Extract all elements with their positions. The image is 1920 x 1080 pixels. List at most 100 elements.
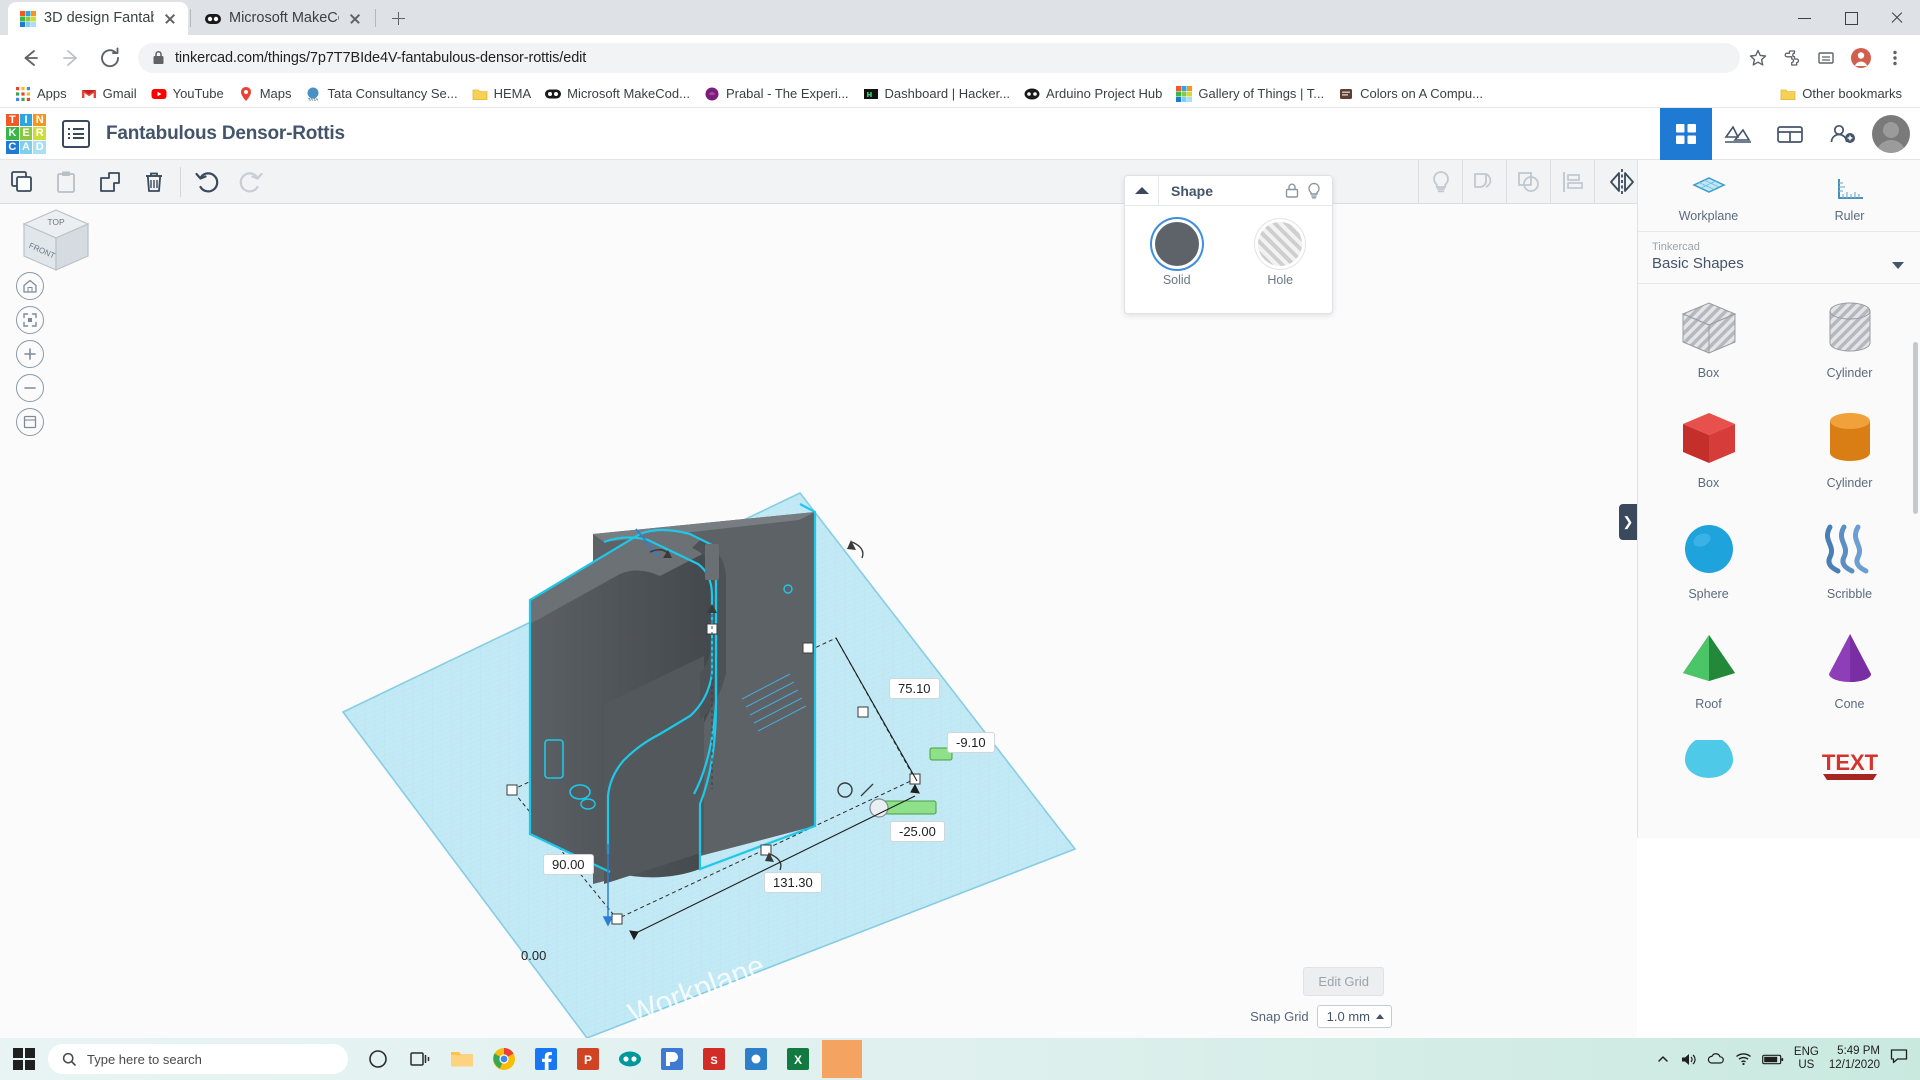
minimize-icon[interactable]	[1782, 0, 1828, 35]
profile-avatar-icon[interactable]	[1850, 47, 1872, 69]
close-window-icon[interactable]	[1874, 0, 1920, 35]
back-arrow-icon[interactable]	[13, 41, 47, 75]
design-canvas[interactable]: Workplane TOP FRONT 75.10 -9.10 -25.00 1…	[0, 204, 1637, 1038]
app-orange-icon[interactable]	[820, 1039, 864, 1079]
ungroup-icon[interactable]	[1506, 159, 1550, 204]
paste-icon[interactable]	[44, 160, 88, 204]
clock[interactable]: 5:49 PM 12/1/2020	[1829, 1045, 1880, 1073]
shape-item-sphere[interactable]: Sphere	[1638, 519, 1779, 613]
group-icon[interactable]	[1462, 159, 1506, 204]
media-cast-icon[interactable]	[1816, 48, 1836, 68]
shape-item-cylinder-orange[interactable]: Cylinder	[1779, 408, 1920, 502]
processing-icon[interactable]	[652, 1039, 692, 1079]
bookmark-maps[interactable]: Maps	[231, 82, 299, 106]
ortho-perspective-icon[interactable]	[16, 408, 44, 436]
sidebar-scrollbar[interactable]	[1913, 342, 1918, 514]
shape-item-partial-sphere[interactable]	[1638, 739, 1779, 806]
lightbulb-icon[interactable]	[1306, 182, 1322, 199]
cloud-icon[interactable]	[1707, 1052, 1725, 1066]
arduino-icon[interactable]	[610, 1039, 650, 1079]
bookmark-youtube[interactable]: YouTube	[144, 82, 231, 106]
shape-item-cone[interactable]: Cone	[1779, 629, 1920, 723]
browser-tab-active[interactable]: 3D design Fantabulous Densor-R	[8, 2, 188, 35]
screen-recorder-icon[interactable]	[736, 1039, 776, 1079]
shape-item-box-red[interactable]: Box	[1638, 408, 1779, 502]
add-user-icon[interactable]	[1816, 108, 1868, 160]
shape-option-solid[interactable]: Solid	[1139, 222, 1215, 287]
new-tab-button[interactable]	[384, 4, 412, 32]
facebook-icon[interactable]	[526, 1039, 566, 1079]
shape-item-scribble[interactable]: Scribble	[1779, 519, 1920, 613]
close-icon[interactable]	[162, 11, 178, 27]
lock-icon[interactable]	[1284, 182, 1300, 199]
solid-swatch[interactable]	[1154, 222, 1199, 266]
sidebar-tool-workplane[interactable]: Workplane	[1638, 160, 1779, 231]
collapse-panel-button[interactable]: ❯	[1619, 504, 1637, 540]
show-hidden-icons-icon[interactable]	[1656, 1052, 1670, 1066]
powerpoint-icon[interactable]: P	[568, 1039, 608, 1079]
browser-tab-inactive[interactable]: Microsoft MakeCode for micro:bi	[193, 2, 373, 35]
extensions-icon[interactable]	[1782, 48, 1802, 68]
file-explorer-icon[interactable]	[442, 1039, 482, 1079]
sketchup-icon[interactable]: S	[694, 1039, 734, 1079]
tinkercad-logo-icon[interactable]: T I N K E R C A D	[6, 113, 46, 154]
snap-grid-value[interactable]: 1.0 mm	[1316, 1005, 1392, 1028]
edit-grid-button[interactable]: Edit Grid	[1303, 967, 1384, 996]
dimension-label[interactable]: 131.30	[764, 872, 822, 893]
shape-item-cylinder-striped[interactable]: Cylinder	[1779, 298, 1920, 392]
bookmark-gmail[interactable]: Gmail	[74, 82, 144, 106]
bookmark-hackster[interactable]: Dashboard | Hacker...	[856, 82, 1018, 106]
battery-icon[interactable]	[1762, 1053, 1784, 1066]
bookmark-arduino[interactable]: Arduino Project Hub	[1017, 82, 1169, 106]
taskbar-search-box[interactable]: Type here to search	[48, 1044, 348, 1074]
cortana-circle-icon[interactable]	[358, 1039, 398, 1079]
shape-item-roof[interactable]: Roof	[1638, 629, 1779, 723]
excel-icon[interactable]: X	[778, 1039, 818, 1079]
redo-icon[interactable]	[229, 160, 273, 204]
bookmark-prabal[interactable]: Prabal - The Experi...	[697, 82, 856, 106]
bookmark-colors[interactable]: Colors on A Compu...	[1331, 82, 1490, 106]
dimension-label[interactable]: 0.00	[521, 948, 546, 963]
bookmark-gallery[interactable]: Gallery of Things | T...	[1169, 82, 1331, 106]
action-center-icon[interactable]	[1890, 1048, 1912, 1070]
dimension-label[interactable]: 90.00	[543, 854, 594, 875]
copy-icon[interactable]	[0, 160, 44, 204]
dimension-label[interactable]: -25.00	[890, 821, 945, 842]
project-list-icon[interactable]	[62, 119, 90, 148]
shape-item-text[interactable]: TEXT	[1779, 740, 1920, 806]
home-view-icon[interactable]	[16, 272, 44, 300]
bookmark-apps[interactable]: Apps	[8, 82, 74, 106]
three-dot-menu-icon[interactable]	[1886, 48, 1904, 68]
close-icon[interactable]	[347, 11, 363, 27]
other-bookmarks-button[interactable]: Other bookmarks	[1770, 86, 1912, 102]
volume-icon[interactable]	[1680, 1052, 1697, 1067]
bookmark-tata[interactable]: TATA Tata Consultancy Se...	[298, 82, 464, 106]
bookmark-star-icon[interactable]	[1748, 48, 1768, 68]
chrome-icon[interactable]	[484, 1039, 524, 1079]
shape-item-box-striped[interactable]: Box	[1638, 298, 1779, 392]
wifi-icon[interactable]	[1735, 1052, 1752, 1066]
zoom-in-icon[interactable]	[16, 340, 44, 368]
hole-swatch[interactable]	[1258, 222, 1303, 266]
codeblocks-icon[interactable]	[1712, 108, 1764, 160]
dimension-label[interactable]: -9.10	[947, 732, 995, 753]
address-bar[interactable]: tinkercad.com/things/7p7T7BIde4V-fantabu…	[138, 42, 1740, 73]
delete-icon[interactable]	[132, 160, 176, 204]
fit-all-icon[interactable]	[16, 306, 44, 334]
windows-start-icon[interactable]	[0, 1038, 48, 1080]
sidebar-tool-ruler[interactable]: Ruler	[1779, 160, 1920, 231]
bookmark-makecode[interactable]: Microsoft MakeCod...	[538, 82, 697, 106]
undo-icon[interactable]	[185, 160, 229, 204]
align-icon[interactable]	[1550, 159, 1594, 204]
lightbulb-icon[interactable]	[1418, 159, 1462, 204]
language-indicator[interactable]: ENG US	[1794, 1046, 1819, 1071]
dimension-label[interactable]: 75.10	[889, 678, 940, 699]
duplicate-icon[interactable]	[88, 160, 132, 204]
maximize-icon[interactable]	[1828, 0, 1874, 35]
forward-arrow-icon[interactable]	[53, 41, 87, 75]
shape-library-select[interactable]: Tinkercad Basic Shapes	[1638, 232, 1920, 284]
avatar[interactable]	[1872, 114, 1910, 153]
tutorials-icon[interactable]	[1764, 108, 1816, 160]
grid-gallery-icon[interactable]	[1660, 107, 1712, 160]
shape-option-hole[interactable]: Hole	[1242, 222, 1318, 287]
